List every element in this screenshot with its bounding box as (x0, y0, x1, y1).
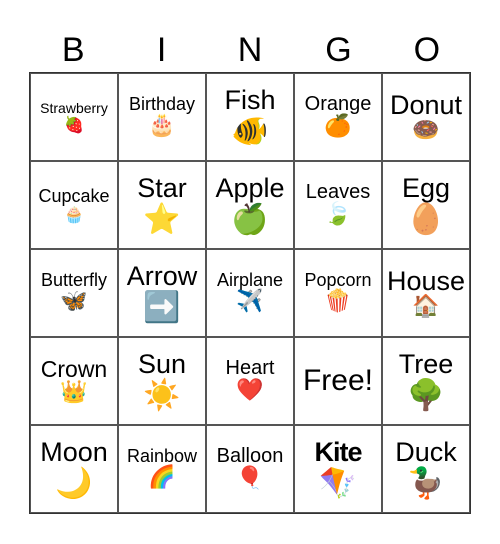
fish-icon: 🐠 (231, 113, 269, 149)
sun-icon: ☀️ (143, 377, 181, 413)
cell-label: Arrow (126, 261, 198, 292)
kite-icon: 🪁 (319, 465, 357, 501)
bingo-cell[interactable]: House 🏠 (382, 249, 470, 337)
cell-label: Crown (40, 355, 108, 382)
balloon-icon: 🎈 (236, 466, 264, 492)
birthday-cake-icon: 🎂 (148, 113, 176, 139)
bingo-grid: Strawberry 🍓 Birthday 🎂 Fish 🐠 Orange 🍊 … (29, 72, 471, 514)
cell-label: Orange (304, 93, 372, 116)
moon-icon: 🌙 (55, 465, 93, 501)
bingo-cell[interactable]: Orange 🍊 (294, 73, 382, 161)
bingo-cell[interactable]: Moon 🌙 (30, 425, 118, 513)
cell-label: Rainbow (126, 446, 198, 467)
duck-icon: 🦆 (407, 465, 445, 501)
bingo-cell[interactable]: Sun ☀️ (118, 337, 206, 425)
cell-label: Birthday (128, 94, 196, 115)
apple-icon: 🍏 (231, 201, 269, 237)
bingo-cell[interactable]: Duck 🦆 (382, 425, 470, 513)
crown-icon: 👑 (60, 379, 88, 405)
popcorn-icon: 🍿 (324, 289, 352, 315)
header-letter-n: N (237, 31, 263, 69)
cell-label: Heart (225, 357, 275, 380)
bingo-cell[interactable]: Heart ❤️ (206, 337, 294, 425)
bingo-cell[interactable]: Popcorn 🍿 (294, 249, 382, 337)
bingo-cell[interactable]: Fish 🐠 (206, 73, 294, 161)
bingo-cell[interactable]: Star ⭐ (118, 161, 206, 249)
bingo-cell[interactable]: Leaves 🍃 (294, 161, 382, 249)
bingo-cell[interactable]: Kite 🪁 (294, 425, 382, 513)
bingo-cell[interactable]: Arrow ➡️ (118, 249, 206, 337)
house-icon: 🏠 (412, 294, 440, 320)
star-icon: ⭐ (143, 201, 181, 237)
heart-icon: ❤️ (236, 378, 264, 404)
cell-label: Strawberry (40, 99, 108, 116)
bingo-cell[interactable]: Butterfly 🦋 (30, 249, 118, 337)
cupcake-icon: 🧁 (64, 204, 84, 224)
cell-label: Star (137, 173, 187, 204)
cell-label: Duck (395, 437, 457, 468)
header-letter-i: I (156, 31, 167, 69)
bingo-cell[interactable]: Cupcake 🧁 (30, 161, 118, 249)
egg-icon: 🥚 (407, 201, 445, 237)
tree-icon: 🌳 (407, 377, 445, 413)
bingo-header: B I N G O (29, 28, 471, 72)
rainbow-icon: 🌈 (148, 465, 176, 491)
header-letter-g: G (325, 31, 352, 69)
bingo-cell[interactable]: Tree 🌳 (382, 337, 470, 425)
bingo-cell[interactable]: Rainbow 🌈 (118, 425, 206, 513)
cell-label: Egg (401, 173, 451, 204)
bingo-cell[interactable]: Donut 🍩 (382, 73, 470, 161)
bingo-cell-free[interactable]: Free! (294, 337, 382, 425)
cell-label: Moon (40, 437, 108, 468)
cell-label: Tree (398, 349, 454, 380)
bingo-cell[interactable]: Airplane ✈️ (206, 249, 294, 337)
donut-icon: 🍩 (412, 118, 440, 144)
cell-label: Donut (389, 89, 463, 120)
header-letter-b: B (61, 31, 85, 69)
cell-label: Kite (314, 437, 362, 468)
cell-label: Fish (224, 85, 276, 116)
cell-label: Apple (215, 173, 285, 204)
cell-label: Leaves (305, 181, 371, 204)
cell-label: Cupcake (38, 185, 110, 206)
airplane-icon: ✈️ (236, 289, 264, 315)
cell-label: Sun (137, 349, 187, 380)
orange-icon: 🍊 (324, 114, 352, 140)
strawberry-icon: 🍓 (64, 114, 84, 134)
cell-label: Balloon (216, 445, 284, 468)
cell-label: Airplane (216, 270, 284, 291)
header-letter-o: O (413, 31, 441, 69)
bingo-cell[interactable]: Crown 👑 (30, 337, 118, 425)
bingo-cell[interactable]: Birthday 🎂 (118, 73, 206, 161)
leaves-icon: 🍃 (324, 202, 352, 228)
cell-label: Butterfly (40, 270, 108, 291)
bingo-cell[interactable]: Egg 🥚 (382, 161, 470, 249)
free-space-label: Free! (302, 364, 374, 398)
butterfly-icon: 🦋 (60, 289, 88, 315)
cell-label: Popcorn (304, 270, 372, 291)
bingo-cell[interactable]: Apple 🍏 (206, 161, 294, 249)
cell-label: House (386, 265, 466, 296)
bingo-cell[interactable]: Strawberry 🍓 (30, 73, 118, 161)
arrow-right-icon: ➡️ (143, 289, 181, 325)
bingo-cell[interactable]: Balloon 🎈 (206, 425, 294, 513)
